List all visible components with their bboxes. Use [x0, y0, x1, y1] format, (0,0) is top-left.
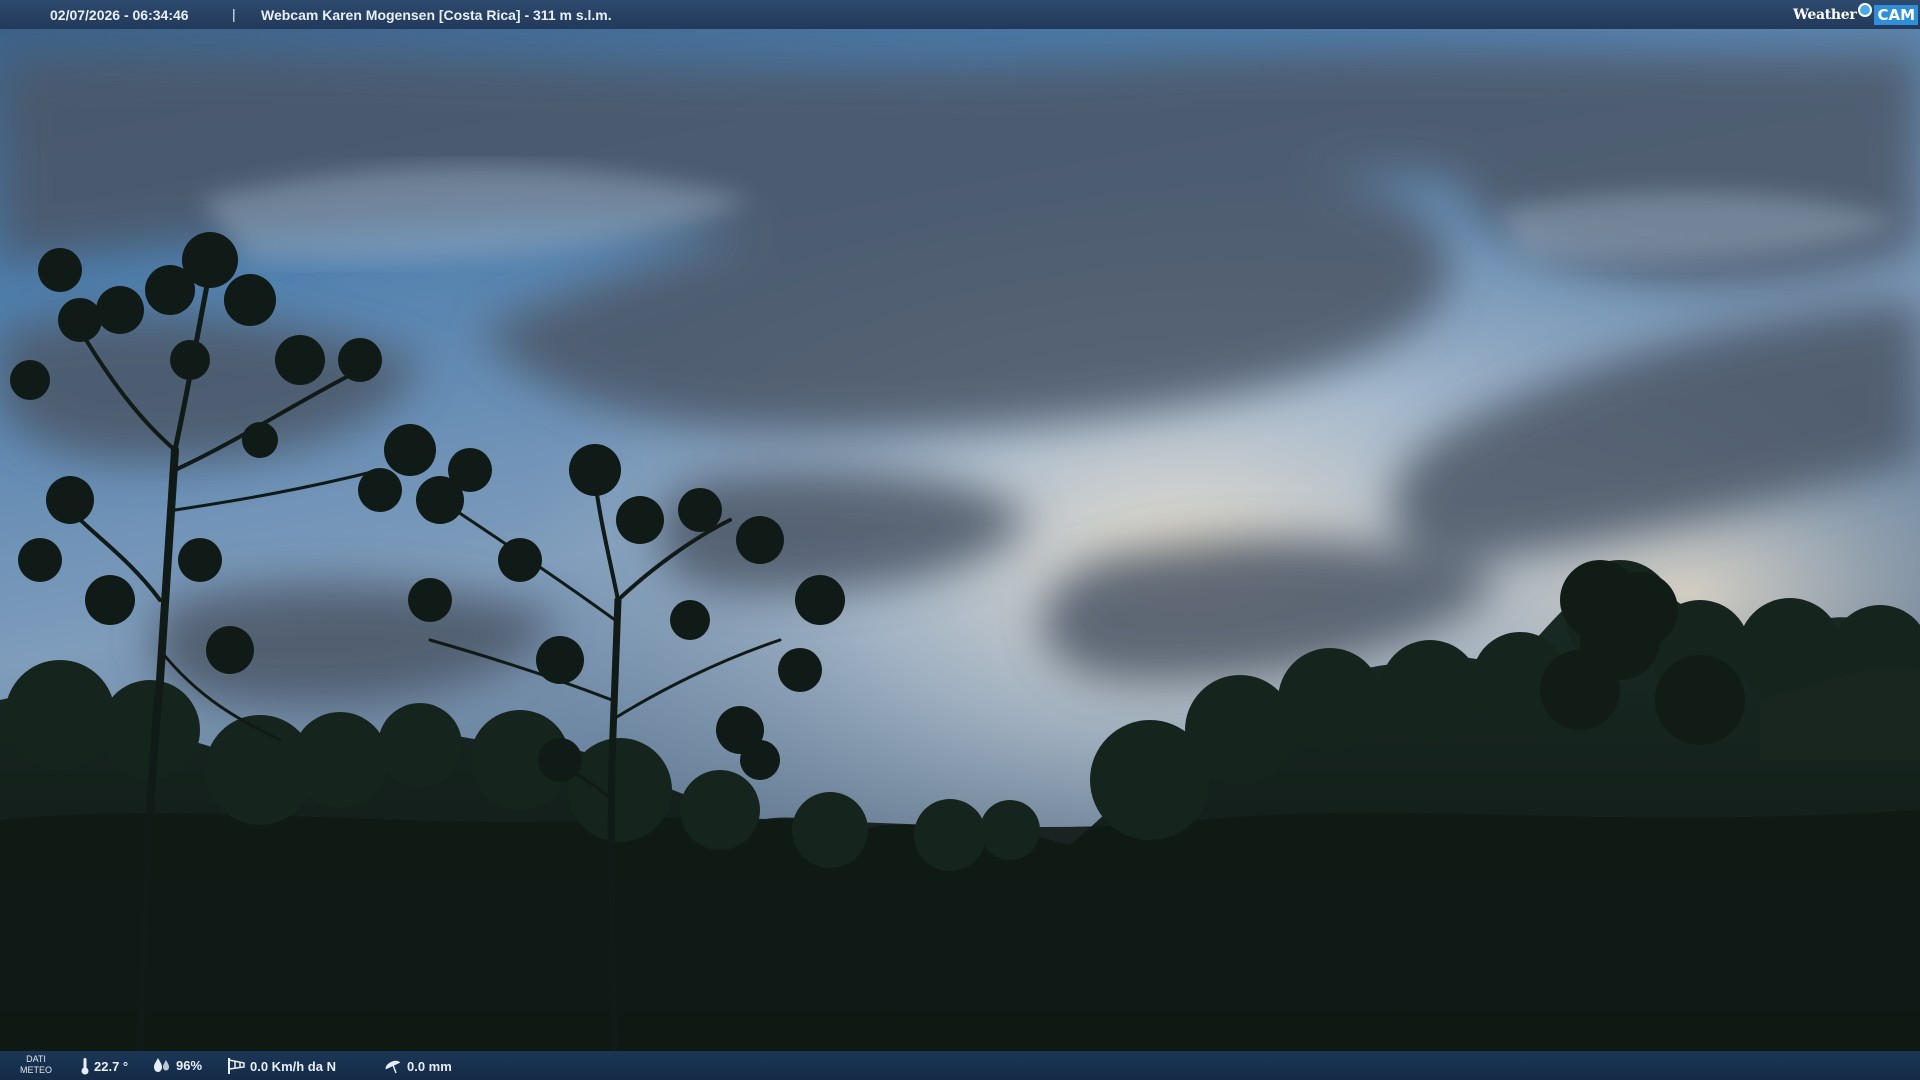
- temperature-value: 22.7 °: [94, 1058, 129, 1074]
- top-info-bar: 02/07/2026 - 06:34:46 | Webcam Karen Mog…: [0, 0, 1920, 29]
- logo-word: Weather: [1793, 6, 1857, 23]
- humidity-value: 96%: [176, 1057, 203, 1073]
- rain-value: 0.0 mm: [407, 1058, 452, 1074]
- wind-value: 0.0 Km/h da N: [250, 1058, 336, 1074]
- windsock-icon: [228, 1058, 245, 1074]
- webcam-image: [0, 0, 1920, 1080]
- weathercam-logo: Weather CAM: [1793, 2, 1918, 27]
- thermometer-icon: [81, 1058, 89, 1075]
- humidity-icon: [154, 1058, 169, 1072]
- meteo-label-line2: METEO: [19, 1065, 52, 1075]
- logo-cam: CAM: [1874, 4, 1918, 25]
- meteo-label-line1: DATI: [26, 1054, 46, 1064]
- webcam-caption: Webcam Karen Mogensen [Costa Rica] - 311…: [261, 7, 612, 23]
- temperature-metric: 22.7 °: [80, 1057, 128, 1075]
- separator: |: [232, 6, 236, 22]
- weather-data-bar: DATI METEO 22.7 ° 96% 0.0 Km/h da N 0.0 …: [0, 1051, 1920, 1080]
- logo-dot-icon: [1858, 2, 1873, 17]
- wind-metric: 0.0 Km/h da N: [226, 1057, 336, 1075]
- umbrella-icon: [385, 1060, 401, 1074]
- rain-metric: 0.0 mm: [383, 1057, 452, 1075]
- timestamp: 02/07/2026 - 06:34:46: [50, 7, 189, 23]
- meteo-label: DATI METEO: [19, 1054, 53, 1076]
- humidity-metric: 96%: [152, 1057, 202, 1073]
